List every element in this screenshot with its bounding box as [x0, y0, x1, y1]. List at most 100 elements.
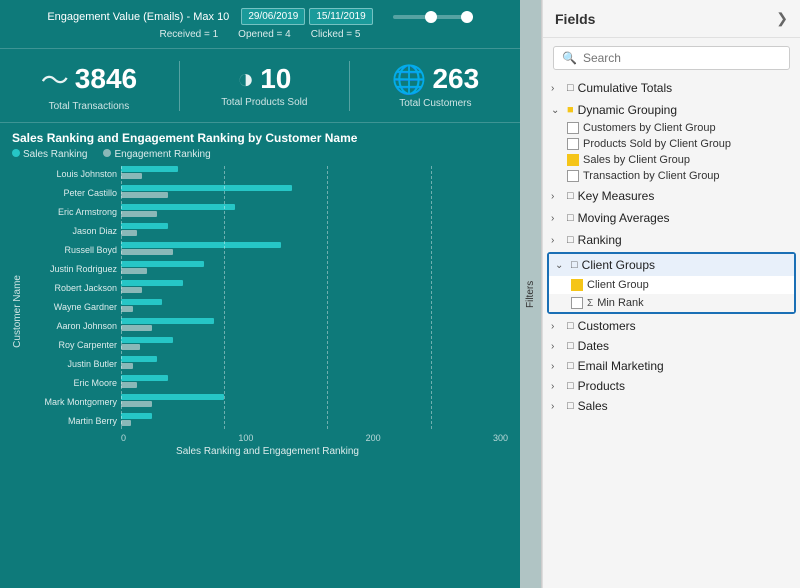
field-sales-by-client[interactable]: Sales by Client Group [543, 152, 800, 168]
field-group-ranking: › □ Ranking [543, 230, 800, 250]
engagement-label: Engagement Value (Emails) - Max 10 [47, 11, 229, 23]
filters-label: Filters [525, 280, 536, 307]
bar-label: Justin Butler [27, 359, 117, 369]
cumulative-totals-header[interactable]: › □ Cumulative Totals [543, 78, 800, 98]
engagement-bar [121, 173, 142, 179]
x-tick-3: 300 [493, 433, 508, 443]
dynamic-grouping-label: Dynamic Grouping [578, 103, 677, 117]
dynamic-grouping-header[interactable]: ⌄ ■ Dynamic Grouping [543, 100, 800, 120]
dates-label: Dates [578, 339, 609, 353]
slider-thumb-left[interactable] [425, 11, 437, 23]
key-measures-header[interactable]: › □ Key Measures [543, 186, 800, 206]
x-tick-0: 0 [121, 433, 126, 443]
engagement-section: Engagement Value (Emails) - Max 10 29/06… [0, 0, 520, 49]
chart-inner: Louis JohnstonPeter CastilloEric Armstro… [27, 166, 508, 457]
table-icon-client-groups: □ [571, 259, 578, 271]
field-client-group[interactable]: Client Group [549, 276, 794, 294]
bar-pair [121, 299, 162, 312]
expand-icon-email: › [551, 361, 563, 372]
moving-averages-header[interactable]: › □ Moving Averages [543, 208, 800, 228]
slider-track[interactable] [393, 15, 473, 19]
ranking-header[interactable]: › □ Ranking [543, 230, 800, 250]
email-marketing-header[interactable]: › □ Email Marketing [543, 356, 800, 376]
moving-averages-label: Moving Averages [578, 211, 670, 225]
customers-header[interactable]: › □ Customers [543, 316, 800, 336]
field-products-sold[interactable]: Products Sold by Client Group [543, 136, 800, 152]
sales-bar [121, 242, 281, 248]
field-transaction-by-client[interactable]: Transaction by Client Group [543, 168, 800, 184]
slider-thumb-right[interactable] [461, 11, 473, 23]
date1-button[interactable]: 29/06/2019 [241, 8, 305, 25]
checkbox-sales-by-client[interactable] [567, 154, 579, 166]
field-label-client-group: Client Group [587, 279, 649, 291]
clicked-label: Clicked = 5 [311, 29, 361, 40]
x-tick-2: 200 [366, 433, 381, 443]
transactions-icon: 〜 [41, 59, 69, 99]
engagement-bar [121, 211, 157, 217]
field-label-min-rank: Min Rank [597, 297, 643, 309]
search-box[interactable]: 🔍 [553, 46, 790, 70]
dates-header[interactable]: › □ Dates [543, 336, 800, 356]
search-icon: 🔍 [562, 51, 577, 65]
checkbox-customers-by-client[interactable] [567, 122, 579, 134]
filters-strip[interactable]: Filters [520, 0, 542, 588]
customers-label: Total Customers [399, 98, 471, 109]
products-header[interactable]: › □ Products [543, 376, 800, 396]
legend-sales: Sales Ranking [12, 149, 87, 160]
expand-icon-products: › [551, 381, 563, 392]
yellow-checkbox-client-group[interactable] [571, 279, 583, 291]
checkbox-products-sold[interactable] [567, 138, 579, 150]
search-input[interactable] [583, 51, 781, 65]
dashboard-panel: Engagement Value (Emails) - Max 10 29/06… [0, 0, 520, 588]
field-customers-by-client[interactable]: Customers by Client Group [543, 120, 800, 136]
date2-button[interactable]: 15/11/2019 [309, 8, 372, 25]
field-label-products-sold: Products Sold by Client Group [583, 138, 731, 150]
cumulative-totals-label: Cumulative Totals [578, 81, 673, 95]
stat-customers: 🌐 263 Total Customers [392, 63, 480, 109]
table-icon-sales: □ [567, 400, 574, 412]
field-min-rank[interactable]: Σ Min Rank [549, 294, 794, 312]
products-label: Products [578, 379, 625, 393]
table-icon-moving: □ [567, 212, 574, 224]
client-groups-label: Client Groups [582, 258, 655, 272]
sales-header[interactable]: › □ Sales [543, 396, 800, 416]
products-value: 10 [260, 63, 291, 95]
bar-row: Eric Moore [27, 375, 508, 391]
expand-icon-customers: › [551, 321, 563, 332]
chart-area: Customer Name Louis JohnstonPeter Castil… [12, 166, 508, 457]
field-group-cumulative: › □ Cumulative Totals [543, 78, 800, 98]
bar-row: Louis Johnston [27, 166, 508, 182]
engagement-bar [121, 401, 152, 407]
sales-bar [121, 394, 224, 400]
checkbox-transaction-by-client[interactable] [567, 170, 579, 182]
table-icon-products: □ [567, 380, 574, 392]
bar-row: Robert Jackson [27, 280, 508, 296]
fields-panel: Fields ❯ 🔍 › □ Cumulative Totals ⌄ ■ Dyn… [542, 0, 800, 588]
sales-bar [121, 280, 183, 286]
table-icon: □ [567, 82, 574, 94]
sales-bar [121, 223, 168, 229]
stat-divider-2 [349, 61, 350, 111]
sigma-icon: Σ [587, 298, 593, 309]
bar-pair [121, 318, 214, 331]
engagement-bar [121, 306, 133, 312]
chevron-right-icon[interactable]: ❯ [776, 10, 788, 27]
received-label: Received = 1 [160, 29, 219, 40]
legend-engagement: Engagement Ranking [103, 149, 210, 160]
engagement-bar [121, 344, 140, 350]
bar-row: Justin Rodriguez [27, 261, 508, 277]
table-icon-key: □ [567, 190, 574, 202]
slider-area[interactable] [393, 15, 473, 19]
products-icon: ◑ [237, 63, 254, 95]
bar-row: Roy Carpenter [27, 337, 508, 353]
checkbox-min-rank[interactable] [571, 297, 583, 309]
bar-pair [121, 166, 178, 179]
field-group-moving-avg: › □ Moving Averages [543, 208, 800, 228]
customers-icon: 🌐 [392, 63, 427, 96]
bar-label: Justin Rodriguez [27, 264, 117, 274]
expand-icon-moving: › [551, 213, 563, 224]
field-label-customers-by-client: Customers by Client Group [583, 122, 716, 134]
bar-pair [121, 413, 152, 426]
fields-title: Fields [555, 11, 595, 27]
client-groups-header[interactable]: ⌄ □ Client Groups [549, 254, 794, 276]
